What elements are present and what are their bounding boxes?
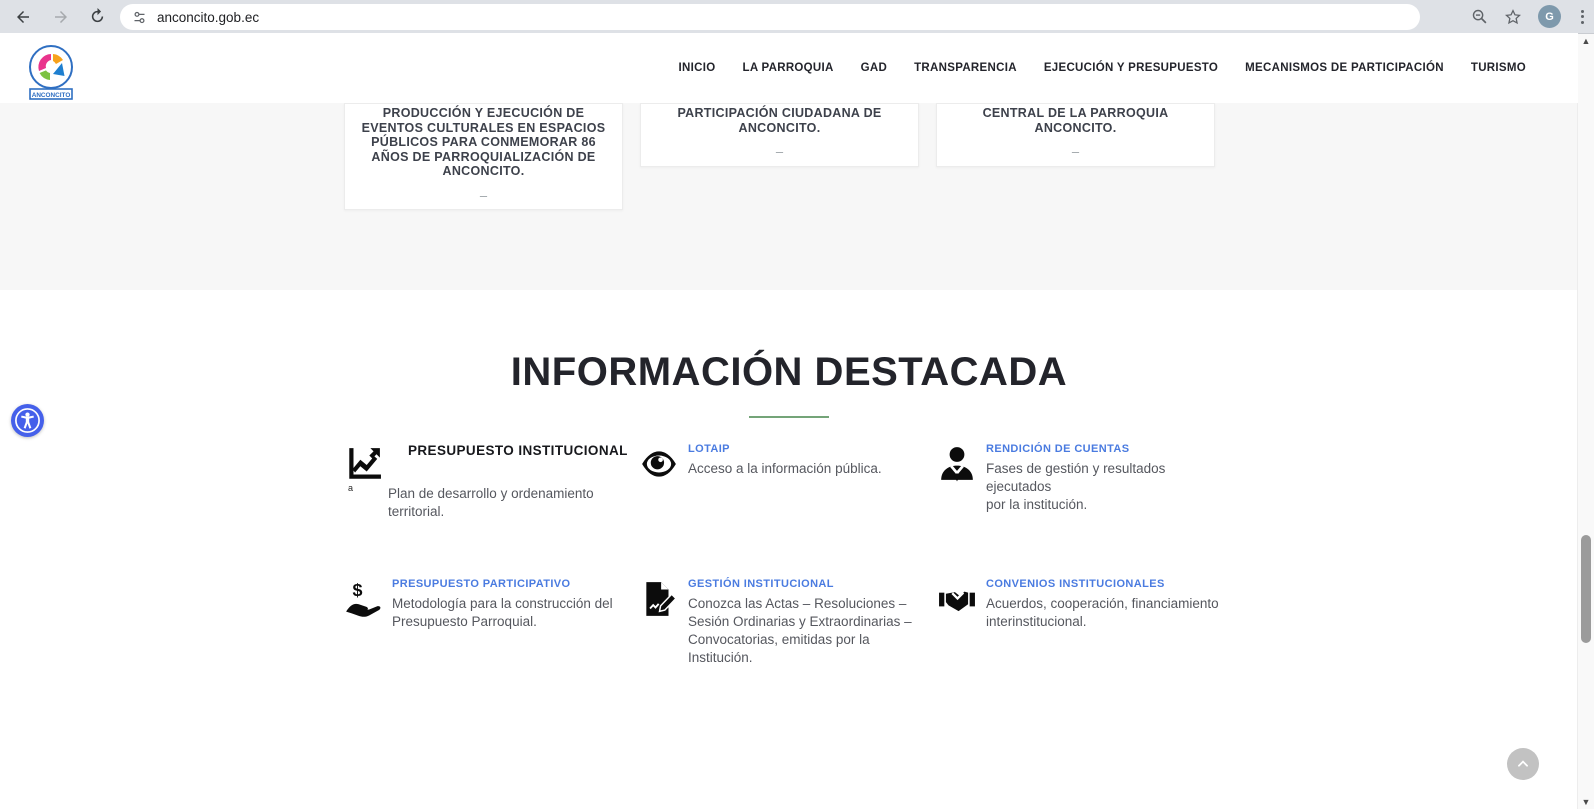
logo-text: ANCONCITO [32, 92, 71, 99]
featured-item-description: Metodología para la construcción del Pre… [392, 595, 639, 631]
section-title: INFORMACIÓN DESTACADA [0, 350, 1578, 395]
news-card-title: CENTRAL DE LA PARROQUIA ANCONCITO. [951, 106, 1200, 135]
featured-item-title[interactable]: GESTIÓN INSTITUCIONAL [688, 578, 935, 590]
news-card[interactable]: CENTRAL DE LA PARROQUIA ANCONCITO. – [936, 103, 1215, 167]
profile-avatar[interactable]: G [1538, 5, 1561, 28]
url-text[interactable]: anconcito.gob.ec [157, 10, 259, 25]
scrollbar-thumb[interactable] [1581, 535, 1591, 643]
scrollbar-down-icon[interactable]: ▼ [1578, 795, 1594, 809]
browser-menu-icon[interactable] [1577, 6, 1588, 28]
news-card-meta: – [655, 144, 904, 159]
accessibility-icon [14, 407, 41, 434]
zoom-icon[interactable] [1471, 8, 1488, 25]
nav-item-inicio[interactable]: INICIO [679, 62, 716, 74]
news-card-meta: – [951, 144, 1200, 159]
nav-item-mecanismos-de-participacion[interactable]: MECANISMOS DE PARTICIPACIÓN [1245, 62, 1444, 74]
nav-item-turismo[interactable]: TURISMO [1471, 62, 1526, 74]
reload-icon[interactable] [82, 2, 112, 32]
icon-caption: a [348, 483, 353, 493]
nav-item-ejecucion-y-presupuesto[interactable]: EJECUCIÓN Y PRESUPUESTO [1044, 62, 1218, 74]
news-card[interactable]: PRODUCCIÓN Y EJECUCIÓN DE EVENTOS CULTUR… [344, 103, 623, 210]
document-edit-icon [640, 580, 678, 618]
site-settings-icon[interactable] [132, 10, 147, 25]
featured-item-convenios-institucionales: CONVENIOS INSTITUCIONALES Acuerdos, coop… [938, 578, 1233, 631]
featured-item-title[interactable]: LOTAIP [688, 443, 935, 455]
featured-item-description: Conozca las Actas – Resoluciones – Sesió… [688, 595, 935, 667]
person-icon [938, 445, 976, 483]
news-card[interactable]: PARTICIPACIÓN CIUDADANA DE ANCONCITO. – [640, 103, 919, 167]
section-divider [749, 416, 829, 418]
featured-item-description: Fases de gestión y resultados ejecutados… [986, 460, 1233, 514]
featured-item-presupuesto-institucional: a PRESUPUESTO INSTITUCIONAL Plan de desa… [344, 443, 639, 521]
svg-text:$: $ [352, 580, 362, 600]
featured-item-description: Acuerdos, cooperación, financiamiento in… [986, 595, 1233, 631]
page-scrollbar[interactable]: ▲ ▼ [1577, 34, 1594, 809]
scrollbar-up-icon[interactable]: ▲ [1578, 34, 1594, 48]
eye-icon [640, 445, 678, 483]
handshake-icon [938, 580, 976, 618]
nav-item-gad[interactable]: GAD [861, 62, 887, 74]
main-navigation: INICIO LA PARROQUIA GAD TRANSPARENCIA EJ… [679, 33, 1526, 103]
site-header: ANCONCITO INICIO LA PARROQUIA GAD TRANSP… [0, 33, 1578, 103]
address-bar[interactable]: anconcito.gob.ec [120, 4, 1420, 30]
hand-dollar-icon: $ [344, 580, 382, 618]
back-icon[interactable] [8, 2, 38, 32]
news-card-title: PARTICIPACIÓN CIUDADANA DE ANCONCITO. [655, 106, 904, 135]
featured-item-presupuesto-participativo: $ PRESUPUESTO PARTICIPATIVO Metodología … [344, 578, 639, 631]
forward-icon[interactable] [46, 2, 76, 32]
featured-item-title[interactable]: PRESUPUESTO PARTICIPATIVO [392, 578, 639, 590]
accessibility-button[interactable] [11, 404, 44, 437]
featured-item-description: Acceso a la información pública. [688, 460, 935, 478]
nav-item-transparencia[interactable]: TRANSPARENCIA [914, 62, 1017, 74]
featured-item-title[interactable]: RENDICIÓN DE CUENTAS [986, 443, 1233, 455]
nav-item-la-parroquia[interactable]: LA PARROQUIA [743, 62, 834, 74]
featured-item-gestion-institucional: GESTIÓN INSTITUCIONAL Conozca las Actas … [640, 578, 935, 667]
scroll-to-top-button[interactable] [1507, 748, 1539, 780]
featured-item-rendicion-de-cuentas: RENDICIÓN DE CUENTAS Fases de gestión y … [938, 443, 1233, 514]
featured-item-lotaip: LOTAIP Acceso a la información pública. [640, 443, 935, 478]
bookmark-star-icon[interactable] [1504, 8, 1522, 26]
news-section: PRODUCCIÓN Y EJECUCIÓN DE EVENTOS CULTUR… [0, 103, 1578, 290]
news-card-title: PRODUCCIÓN Y EJECUCIÓN DE EVENTOS CULTUR… [359, 106, 608, 179]
featured-item-title[interactable]: PRESUPUESTO INSTITUCIONAL [408, 443, 639, 458]
site-logo[interactable]: ANCONCITO [28, 43, 74, 101]
chevron-up-icon [1516, 757, 1530, 771]
browser-toolbar: anconcito.gob.ec G [0, 0, 1594, 34]
news-card-meta: – [359, 188, 608, 203]
featured-item-title[interactable]: CONVENIOS INSTITUCIONALES [986, 578, 1233, 590]
chart-line-icon [344, 445, 382, 483]
featured-item-description: Plan de desarrollo y ordenamiento territ… [388, 485, 639, 521]
